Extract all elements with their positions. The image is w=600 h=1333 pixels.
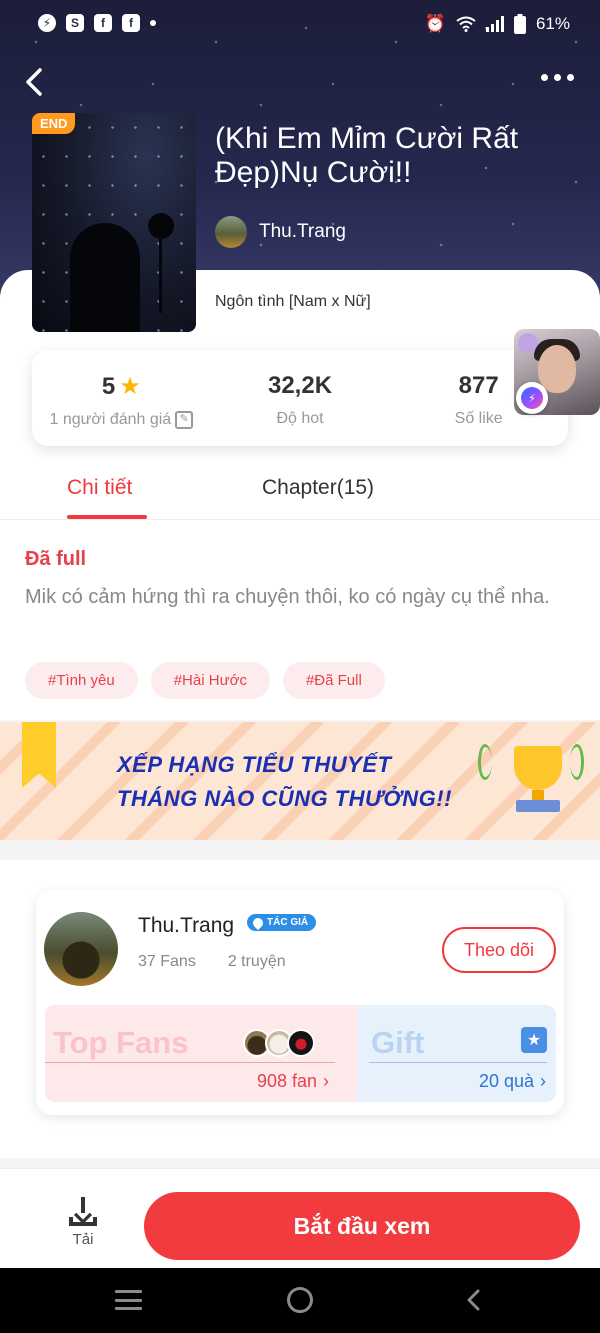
rating-stat[interactable]: 5 ★ 1 người đánh giá ✎: [32, 350, 211, 446]
active-tab-indicator: [67, 515, 147, 519]
ranking-banner[interactable]: XẾP HẠNG TIỂU THUYẾT THÁNG NÀO CŨNG THƯỞ…: [0, 722, 600, 840]
home-icon[interactable]: [287, 1287, 313, 1313]
water-drop-icon: [250, 915, 266, 930]
more-options-icon[interactable]: [541, 74, 574, 81]
author-story-count: 2 truyện: [227, 953, 286, 970]
gift-panel[interactable]: Gift ★ 20 quà ›: [357, 1005, 556, 1102]
like-value: 877: [458, 372, 499, 399]
download-label: Tải: [72, 1231, 94, 1248]
bookmark-ribbon-icon: [22, 722, 56, 788]
top-fans-count: 908 fan: [256, 1071, 317, 1091]
author-card-avatar[interactable]: [44, 912, 118, 986]
gift-label: Gift: [371, 1025, 425, 1060]
story-title: (Khi Em Mỉm Cười Rất Đẹp)Nụ Cười!!: [215, 122, 519, 189]
start-reading-button[interactable]: Bắt đầu xem: [144, 1192, 580, 1260]
hot-stat: 32,2K Độ hot: [211, 350, 390, 446]
detail-tabs: Chi tiết Chapter(15): [0, 468, 600, 520]
author-avatar: [215, 216, 247, 248]
status-bar: ⚡ S f f ⏰ 61%: [0, 0, 600, 50]
end-badge: END: [32, 113, 76, 134]
back-arrow-icon[interactable]: [22, 64, 50, 100]
fans-gift-panels: Top Fans 908 fan › Gift ★ 20 quà ›: [45, 1005, 556, 1102]
author-meta: 37 Fans 2 truyện: [138, 953, 286, 971]
download-button[interactable]: Tải: [62, 1197, 104, 1248]
notification-dot-icon: [150, 20, 156, 26]
hot-label: Độ hot: [276, 410, 324, 427]
facebook-icon: f: [94, 14, 112, 32]
top-fans-label: Top Fans: [53, 1025, 189, 1060]
rating-value: 5: [101, 372, 116, 400]
chevron-right-icon: ›: [323, 1071, 329, 1091]
gift-icon: ★: [521, 1027, 547, 1053]
star-icon: ★: [119, 373, 141, 400]
battery-percentage: 61%: [535, 14, 570, 33]
author-name: Thu.Trang: [259, 221, 346, 242]
story-genre: Ngôn tình [Nam x Nữ]: [215, 293, 371, 310]
banner-line-2: THÁNG NÀO CŨNG THƯỞNG!!: [117, 786, 452, 811]
top-fans-panel[interactable]: Top Fans 908 fan ›: [45, 1005, 357, 1102]
signal-icon: [485, 16, 504, 32]
facebook-icon: f: [122, 14, 140, 32]
messenger-icon: ⚡: [38, 14, 56, 32]
story-description: Mik có cảm hứng thì ra chuyện thôi, ko c…: [25, 586, 550, 608]
messenger-icon[interactable]: ⚡: [516, 382, 548, 414]
edit-icon[interactable]: ✎: [175, 411, 194, 429]
author-badge: TÁC GIẢ: [247, 914, 317, 931]
tag-chip[interactable]: #Tình yêu: [25, 662, 138, 699]
alarm-icon: ⏰: [424, 14, 446, 33]
fan-avatars: [243, 1029, 315, 1057]
author-fans-count: 37 Fans: [138, 953, 196, 970]
tab-detail[interactable]: Chi tiết: [67, 476, 132, 500]
follow-button[interactable]: Theo dõi: [442, 927, 556, 973]
shopee-icon: S: [66, 14, 84, 32]
like-label: Số like: [454, 410, 503, 427]
chevron-right-icon: ›: [540, 1071, 546, 1091]
author-card-name[interactable]: Thu.Trang: [138, 914, 234, 938]
trophy-icon: [500, 740, 576, 820]
stats-card: 5 ★ 1 người đánh giá ✎ 32,2K Độ hot 877 Số…: [32, 350, 568, 446]
recent-apps-icon[interactable]: [115, 1290, 142, 1310]
tag-chip[interactable]: #Đã Full: [282, 662, 385, 699]
completion-status: Đã full: [25, 548, 87, 570]
download-icon: [69, 1197, 97, 1227]
battery-icon: [513, 14, 526, 34]
hot-value: 32,2K: [267, 372, 333, 399]
tag-chip[interactable]: #Hài Hước: [150, 662, 270, 699]
author-link[interactable]: Thu.Trang: [215, 216, 346, 248]
gift-count: 20 quà: [478, 1071, 534, 1091]
banner-line-1: XẾP HẠNG TIỂU THUYẾT: [117, 752, 392, 777]
nav-back-icon[interactable]: [464, 1288, 482, 1312]
tab-chapters[interactable]: Chapter(15): [262, 476, 374, 500]
story-cover-image: [32, 113, 196, 332]
wifi-icon: [456, 16, 476, 32]
rating-count-label: 1 người đánh giá: [49, 411, 172, 428]
laurel-left-icon: [478, 744, 492, 780]
tag-list: #Tình yêu #Hài Hước #Đã Full: [25, 662, 385, 699]
